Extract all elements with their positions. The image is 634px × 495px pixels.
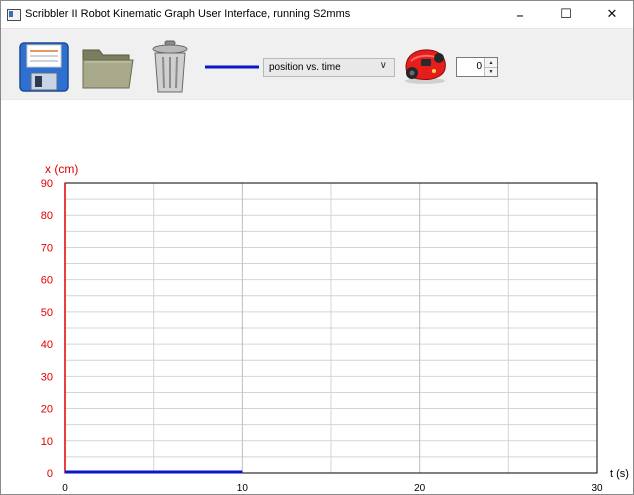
y-tick-label: 30	[41, 371, 53, 383]
y-tick-label: 50	[41, 307, 53, 319]
y-tick-label: 40	[41, 339, 53, 351]
y-tick-label: 0	[47, 468, 53, 480]
y-tick-label: 80	[41, 210, 53, 222]
y-tick-label: 90	[41, 178, 53, 190]
app-window: Scribbler II Robot Kinematic Graph User …	[0, 0, 634, 495]
x-tick-label: 20	[414, 483, 426, 494]
kinematic-graph[interactable]: 0 10 20 30 40 50 60 70 80 90 0 10 20 30 x (cm) t (s)	[1, 1, 634, 495]
y-tick-label: 60	[41, 275, 53, 287]
y-axis-label: x (cm)	[45, 162, 78, 176]
x-tick-label: 30	[591, 483, 603, 494]
x-tick-label: 0	[62, 483, 68, 494]
y-tick-label: 10	[41, 436, 53, 448]
x-axis-label: t (s)	[610, 468, 629, 480]
x-tick-label: 10	[237, 483, 249, 494]
y-tick-label: 20	[41, 404, 53, 416]
y-tick-label: 70	[41, 242, 53, 254]
